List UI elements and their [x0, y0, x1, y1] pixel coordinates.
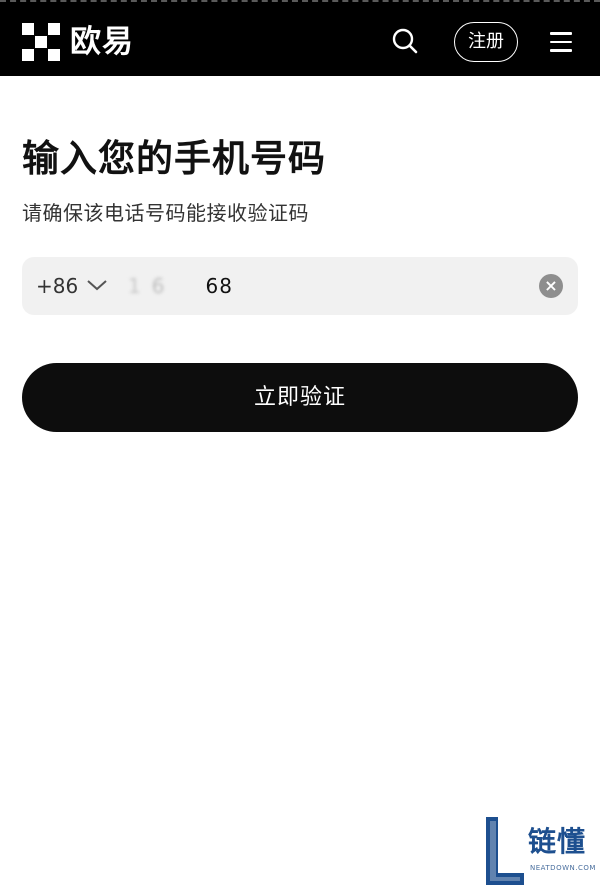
register-button[interactable]: 注册 — [454, 22, 518, 62]
search-icon[interactable] — [390, 26, 420, 56]
okx-logo-icon — [22, 23, 60, 61]
menu-line — [550, 49, 572, 52]
page-title: 输入您的手机号码 — [22, 137, 326, 180]
logo-text: 欧易 — [70, 24, 134, 60]
chevron-down-icon[interactable] — [86, 278, 108, 292]
phone-number-value[interactable]: 1 6 68 — [128, 257, 233, 315]
page: 欧易 注册 输入您的手机号码 请确保该电话号码能接收验证码 +86 1 6 68 ×… — [0, 0, 600, 887]
verify-now-button[interactable]: 立即验证 — [22, 363, 578, 432]
watermark-text: 链懂 — [528, 825, 587, 858]
phone-masked-digits: 6 — [151, 274, 166, 298]
menu-line — [550, 32, 572, 35]
watermark: 链懂 NEATDOWN.COM — [486, 817, 596, 885]
menu-icon[interactable] — [550, 32, 574, 54]
page-subtitle: 请确保该电话号码能接收验证码 — [22, 201, 309, 225]
phone-masked-digits: 1 — [128, 274, 142, 298]
country-code-selector[interactable]: +86 — [36, 257, 78, 315]
top-nav-bar: 欧易 注册 — [0, 0, 600, 76]
logo[interactable]: 欧易 — [22, 22, 134, 62]
phone-visible-digits: 68 — [205, 274, 233, 298]
phone-input-field[interactable]: +86 1 6 68 × — [22, 257, 578, 315]
menu-line — [550, 40, 572, 43]
clear-input-icon[interactable]: × — [539, 274, 563, 298]
watermark-subtext: NEATDOWN.COM — [530, 864, 596, 872]
watermark-logo-icon — [486, 817, 524, 885]
